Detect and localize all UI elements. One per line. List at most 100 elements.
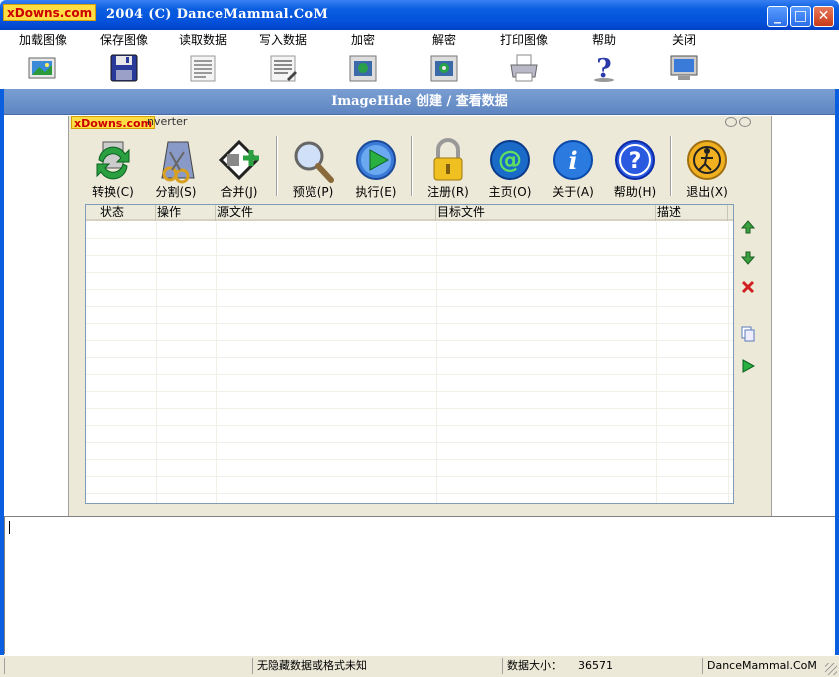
maximize-button[interactable]: □ (790, 6, 811, 27)
move-up-button[interactable] (739, 220, 757, 238)
preview-button[interactable]: 预览(P) (285, 138, 341, 199)
data-size-label: 数据大小： (502, 658, 572, 674)
column-divider (656, 222, 657, 503)
inner-window-controls[interactable] (723, 117, 755, 127)
file-list[interactable]: 状态 操作 源文件 目标文件 描述 (85, 204, 734, 504)
help-inner-label: 帮助(H) (613, 185, 657, 199)
read-data-button[interactable]: 读取数据 (168, 33, 238, 83)
convert-button[interactable]: 转换(C) (85, 138, 141, 199)
data-size-value: 36571 (578, 659, 613, 672)
split-button[interactable]: 分割(S) (148, 138, 204, 199)
decrypt-label: 解密 (431, 33, 456, 47)
magnifier-icon (291, 138, 335, 184)
register-label: 注册(R) (427, 185, 469, 199)
column-description[interactable]: 描述 (656, 205, 728, 221)
about-button[interactable]: i 关于(A) (545, 138, 601, 199)
table-row[interactable] (86, 222, 733, 239)
convert-label: 转换(C) (92, 185, 134, 199)
save-image-label: 保存图像 (99, 33, 148, 47)
join-label: 合并(J) (220, 185, 258, 199)
svg-text:i: i (568, 146, 577, 175)
table-row[interactable] (86, 375, 733, 392)
table-row[interactable] (86, 460, 733, 477)
inner-title-bar: xDowns.com nverter (69, 116, 771, 130)
minimize-button[interactable]: _ (767, 6, 788, 27)
homepage-label: 主页(O) (488, 185, 532, 199)
help-question-icon: ? (588, 53, 620, 84)
copy-button[interactable] (739, 326, 757, 344)
watermark-logo: xDowns.com (3, 4, 97, 21)
decrypt-button[interactable]: 解密 (409, 33, 479, 83)
title-bar[interactable]: xDowns.com 2004 (C) DanceMammal.CoM _ □ … (0, 0, 839, 30)
question-icon: ? (613, 138, 657, 184)
save-image-button[interactable]: 保存图像 (89, 33, 159, 83)
table-row[interactable] (86, 358, 733, 375)
column-status[interactable]: 状态 (86, 205, 156, 221)
status-message: 无隐藏数据或格式未知 (252, 658, 500, 674)
table-row[interactable] (86, 443, 733, 460)
preview-label: 预览(P) (292, 185, 334, 199)
svg-text:@: @ (498, 146, 522, 174)
table-row[interactable] (86, 239, 733, 256)
column-divider (156, 222, 157, 503)
execute-button[interactable]: 执行(E) (348, 138, 404, 199)
table-row[interactable] (86, 290, 733, 307)
delete-button[interactable] (739, 280, 757, 298)
write-data-label: 写入数据 (258, 33, 307, 47)
print-image-label: 打印图像 (499, 33, 548, 47)
monitor-close-icon (668, 53, 700, 83)
help-button[interactable]: 帮助 ? (569, 33, 639, 84)
list-body (86, 222, 733, 503)
load-image-icon (27, 53, 59, 83)
register-button[interactable]: 注册(R) (420, 138, 476, 199)
table-row[interactable] (86, 426, 733, 443)
inner-watermark-logo: xDowns.com (71, 116, 156, 130)
run-button[interactable] (739, 359, 757, 377)
run-icon (742, 359, 756, 373)
lock-icon (426, 138, 470, 184)
inner-title-text: nverter (147, 115, 188, 128)
encrypt-icon (347, 53, 379, 83)
exit-button[interactable]: 退出(X) (679, 138, 735, 199)
move-down-icon (740, 251, 756, 265)
status-brand: DanceMammal.CoM (702, 658, 822, 674)
status-pane-empty (4, 658, 252, 674)
inner-toolbar: 转换(C) 分割(S) 合并(J) 预览(P) 执行(E) 注册(R) @ 主页… (85, 134, 765, 200)
help-label: 帮助 (591, 33, 616, 47)
column-operation[interactable]: 操作 (156, 205, 216, 221)
window-frame-right (835, 30, 839, 655)
load-image-label: 加载图像 (18, 33, 67, 47)
list-header: 状态 操作 源文件 目标文件 描述 (86, 205, 733, 221)
column-target-file[interactable]: 目标文件 (436, 205, 656, 221)
close-button[interactable]: ✕ (813, 6, 834, 27)
table-row[interactable] (86, 477, 733, 494)
resize-grip[interactable] (825, 663, 837, 675)
write-data-button[interactable]: 写入数据 (248, 33, 318, 83)
about-label: 关于(A) (552, 185, 594, 199)
read-data-label: 读取数据 (178, 33, 227, 47)
table-row[interactable] (86, 409, 733, 426)
help-inner-button[interactable]: ? 帮助(H) (607, 138, 663, 199)
table-row[interactable] (86, 324, 733, 341)
encrypt-button[interactable]: 加密 (328, 33, 398, 83)
decrypt-icon (428, 53, 460, 83)
move-up-icon (740, 220, 756, 234)
svg-text:?: ? (629, 149, 642, 174)
load-image-button[interactable]: 加载图像 (8, 33, 78, 83)
print-image-button[interactable]: 打印图像 (489, 33, 559, 83)
close-app-button[interactable]: 关闭 (649, 33, 719, 83)
table-row[interactable] (86, 341, 733, 358)
table-row[interactable] (86, 273, 733, 290)
execute-label: 执行(E) (355, 185, 397, 199)
log-textarea[interactable] (4, 516, 835, 654)
join-button[interactable]: 合并(J) (211, 138, 267, 199)
floppy-disk-icon (108, 53, 140, 83)
homepage-button[interactable]: @ 主页(O) (482, 138, 538, 199)
toolbar-separator (411, 136, 413, 196)
move-down-button[interactable] (739, 251, 757, 269)
column-source-file[interactable]: 源文件 (216, 205, 436, 221)
table-row[interactable] (86, 307, 733, 324)
table-row[interactable] (86, 392, 733, 409)
text-caret (9, 521, 10, 534)
table-row[interactable] (86, 256, 733, 273)
